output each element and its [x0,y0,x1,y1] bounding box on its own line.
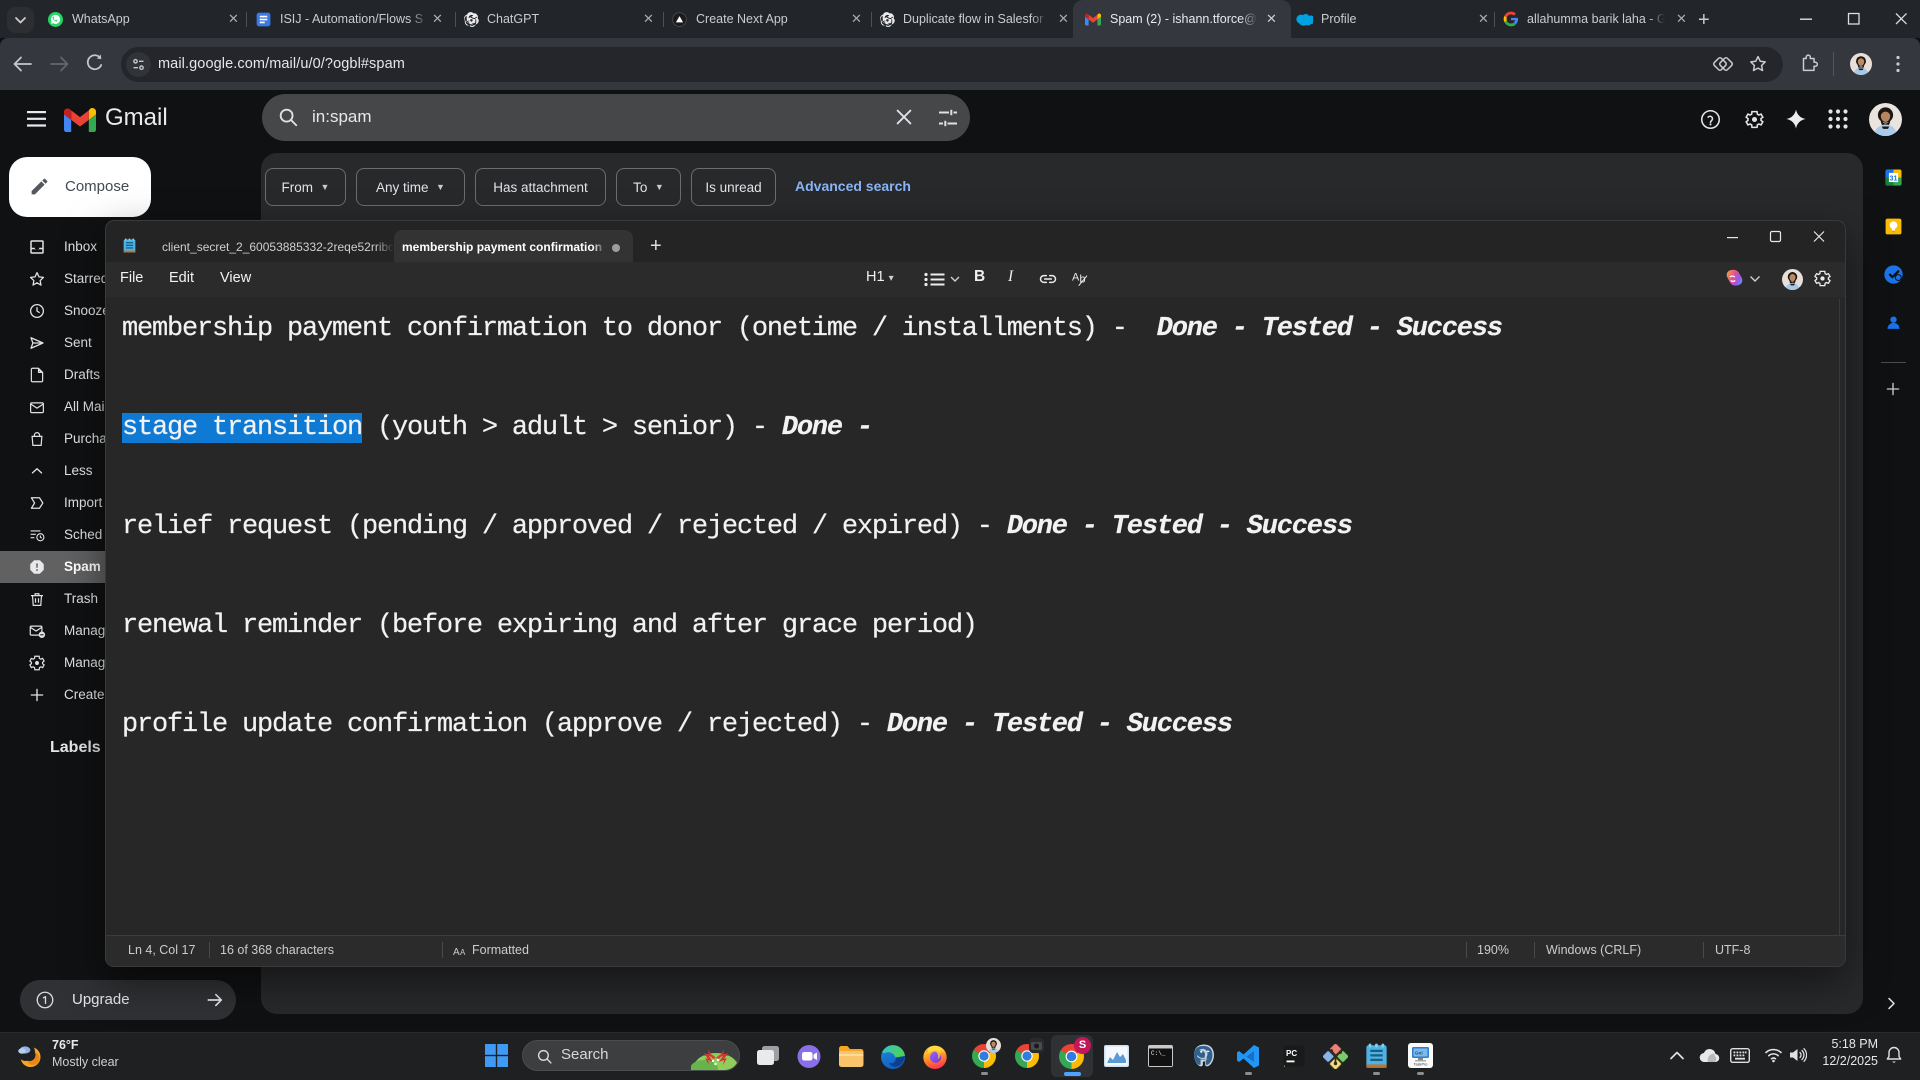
svg-text:31: 31 [1890,174,1898,182]
svg-text:A: A [460,948,466,957]
svg-text:Go!: Go! [1415,1051,1423,1056]
svg-text:A: A [453,947,460,957]
svg-text:C:\_: C:\_ [1151,1050,1166,1057]
svg-text:PC: PC [1286,1049,1297,1058]
svg-text:TaskPro: TaskPro [1414,1063,1428,1067]
